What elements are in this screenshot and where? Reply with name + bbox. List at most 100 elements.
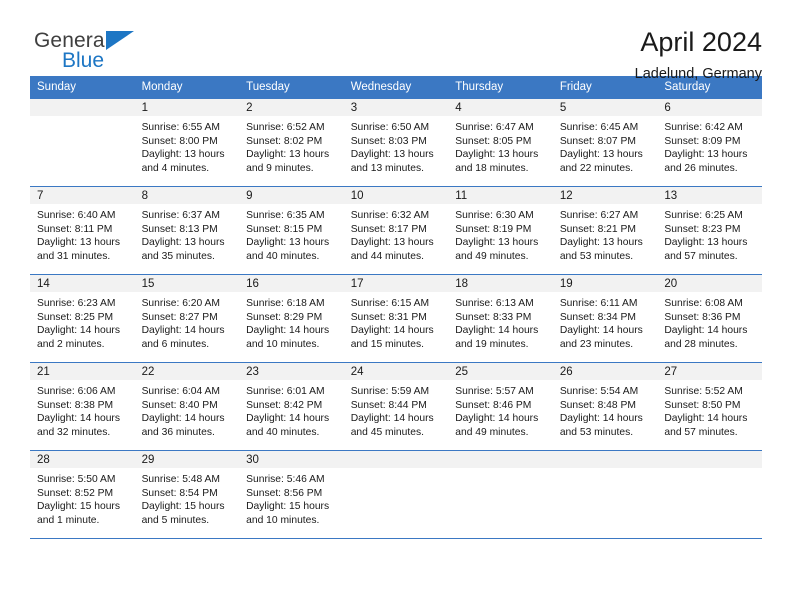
- sunrise-time: Sunrise: 6:52 AM: [246, 122, 325, 133]
- calendar-body: 1 Sunrise: 6:55 AM Sunset: 8:00 PM Daylight…: [30, 98, 762, 539]
- sunset-time: Sunset: 8:52 PM: [37, 487, 114, 499]
- calendar-day-cell[interactable]: 28 Sunrise: 5:50 AM Sunset: 8:52 PM Dayligh…: [30, 450, 135, 539]
- sunrise-time: Sunrise: 6:32 AM: [350, 210, 430, 221]
- daylight-duration-line1: Daylight: 13 hours: [455, 237, 539, 249]
- day-details: Sunrise: 6:01 AM Sunset: 8:42 PM Daylight:…: [239, 380, 344, 439]
- calendar-day-cell[interactable]: 9 Sunrise: 6:35 AM Sunset: 8:15 PM Daylight…: [239, 186, 344, 275]
- calendar-day-cell[interactable]: 24 Sunrise: 5:59 AM Sunset: 8:44 PM Dayligh…: [343, 362, 449, 451]
- daylight-duration-line1: Daylight: 14 hours: [350, 413, 434, 425]
- sunset-time: Sunset: 8:03 PM: [350, 135, 427, 147]
- calendar-day-cell[interactable]: 2 Sunrise: 6:52 AM Sunset: 8:02 PM Daylight…: [239, 98, 344, 187]
- daylight-duration-line1: Daylight: 14 hours: [559, 413, 643, 425]
- daylight-duration-line1: Daylight: 15 hours: [37, 501, 120, 513]
- day-details: Sunrise: 6:40 AM Sunset: 8:11 PM Daylight:…: [30, 204, 135, 263]
- day-number: [30, 99, 135, 116]
- calendar-day-cell[interactable]: 18 Sunrise: 6:13 AM Sunset: 8:33 PM Dayligh…: [448, 274, 553, 363]
- page-title: April 2024: [640, 27, 762, 57]
- daylight-duration-line2: and 49 minutes.: [455, 426, 529, 438]
- calendar-day-cell[interactable]: 17 Sunrise: 6:15 AM Sunset: 8:31 PM Dayligh…: [343, 274, 449, 363]
- calendar-week-row: 14 Sunrise: 6:23 AM Sunset: 8:25 PM Dayligh…: [30, 274, 762, 363]
- calendar-day-cell[interactable]: 26 Sunrise: 5:54 AM Sunset: 8:48 PM Dayligh…: [552, 362, 658, 451]
- day-number: 13: [657, 187, 762, 204]
- day-number: 21: [30, 363, 135, 380]
- day-number: 22: [134, 363, 240, 380]
- day-number: 1: [134, 99, 240, 116]
- day-number: 15: [134, 275, 240, 292]
- sunrise-time: Sunrise: 6:01 AM: [246, 386, 325, 397]
- sunrise-time: Sunrise: 5:59 AM: [350, 386, 430, 397]
- sunrise-time: Sunrise: 6:25 AM: [664, 210, 743, 221]
- daylight-duration-line2: and 45 minutes.: [350, 426, 424, 438]
- daylight-duration-line2: and 35 minutes.: [141, 250, 215, 262]
- calendar-day-cell[interactable]: 23 Sunrise: 6:01 AM Sunset: 8:42 PM Dayligh…: [239, 362, 344, 451]
- calendar-day-cell[interactable]: 30 Sunrise: 5:46 AM Sunset: 8:56 PM Dayligh…: [239, 450, 344, 539]
- calendar-day-cell[interactable]: 13 Sunrise: 6:25 AM Sunset: 8:23 PM Dayligh…: [657, 186, 762, 275]
- day-number: 3: [343, 99, 449, 116]
- weekday-header-tuesday: Tuesday: [239, 76, 344, 99]
- day-number: 27: [657, 363, 762, 380]
- calendar-day-cell-empty: [30, 98, 135, 187]
- logo-text-blue: Blue: [62, 49, 105, 72]
- sunset-time: Sunset: 8:11 PM: [37, 223, 113, 235]
- weekday-header-wednesday: Wednesday: [343, 76, 449, 99]
- day-number: 20: [657, 275, 762, 292]
- calendar-day-cell[interactable]: 21 Sunrise: 6:06 AM Sunset: 8:38 PM Dayligh…: [30, 362, 135, 451]
- calendar-day-cell[interactable]: 27 Sunrise: 5:52 AM Sunset: 8:50 PM Dayligh…: [657, 362, 762, 451]
- calendar-day-cell[interactable]: 5 Sunrise: 6:45 AM Sunset: 8:07 PM Daylight…: [552, 98, 658, 187]
- calendar-day-cell[interactable]: 15 Sunrise: 6:20 AM Sunset: 8:27 PM Dayligh…: [134, 274, 240, 363]
- day-number: 19: [552, 275, 658, 292]
- sunset-time: Sunset: 8:09 PM: [664, 135, 741, 147]
- sunrise-time: Sunrise: 6:06 AM: [37, 386, 116, 397]
- calendar-day-cell[interactable]: 10 Sunrise: 6:32 AM Sunset: 8:17 PM Dayligh…: [343, 186, 449, 275]
- calendar-day-cell[interactable]: 19 Sunrise: 6:11 AM Sunset: 8:34 PM Dayligh…: [552, 274, 658, 363]
- day-details: Sunrise: 6:30 AM Sunset: 8:19 PM Daylight:…: [448, 204, 553, 263]
- daylight-duration-line2: and 53 minutes.: [559, 250, 634, 262]
- calendar-day-cell[interactable]: 1 Sunrise: 6:55 AM Sunset: 8:00 PM Daylight…: [134, 98, 240, 187]
- sunset-time: Sunset: 8:42 PM: [246, 399, 323, 411]
- daylight-duration-line2: and 9 minutes.: [246, 162, 314, 174]
- calendar-day-cell[interactable]: 8 Sunrise: 6:37 AM Sunset: 8:13 PM Daylight…: [134, 186, 240, 275]
- sunrise-time: Sunrise: 6:30 AM: [455, 210, 534, 221]
- sunrise-time: Sunrise: 6:35 AM: [246, 210, 325, 221]
- sunset-time: Sunset: 8:54 PM: [141, 487, 218, 499]
- calendar-week-row: 7 Sunrise: 6:40 AM Sunset: 8:11 PM Daylight…: [30, 186, 762, 275]
- day-number: 30: [239, 451, 344, 468]
- daylight-duration-line2: and 1 minute.: [37, 514, 100, 526]
- daylight-duration-line2: and 13 minutes.: [350, 162, 424, 174]
- general-blue-logo[interactable]: General Blue: [30, 28, 150, 80]
- day-details: Sunrise: 5:57 AM Sunset: 8:46 PM Daylight:…: [448, 380, 553, 439]
- weekday-header-thursday: Thursday: [448, 76, 553, 99]
- day-details: Sunrise: 5:52 AM Sunset: 8:50 PM Daylight:…: [657, 380, 762, 439]
- calendar-day-cell[interactable]: 25 Sunrise: 5:57 AM Sunset: 8:46 PM Dayligh…: [448, 362, 553, 451]
- sunset-time: Sunset: 8:00 PM: [141, 135, 218, 147]
- calendar-day-cell[interactable]: 29 Sunrise: 5:48 AM Sunset: 8:54 PM Dayligh…: [134, 450, 240, 539]
- calendar-day-cell[interactable]: 12 Sunrise: 6:27 AM Sunset: 8:21 PM Dayligh…: [552, 186, 658, 275]
- daylight-duration-line2: and 23 minutes.: [559, 338, 634, 350]
- daylight-duration-line1: Daylight: 13 hours: [246, 149, 330, 161]
- day-details: Sunrise: 6:06 AM Sunset: 8:38 PM Daylight:…: [30, 380, 135, 439]
- day-details: Sunrise: 6:11 AM Sunset: 8:34 PM Daylight:…: [553, 292, 658, 351]
- sunrise-time: Sunrise: 6:23 AM: [37, 298, 116, 309]
- calendar-day-cell[interactable]: 11 Sunrise: 6:30 AM Sunset: 8:19 PM Dayligh…: [448, 186, 553, 275]
- calendar-day-cell[interactable]: 20 Sunrise: 6:08 AM Sunset: 8:36 PM Dayligh…: [657, 274, 762, 363]
- day-number: 25: [448, 363, 553, 380]
- daylight-duration-line1: Daylight: 15 hours: [141, 501, 225, 513]
- calendar-day-cell[interactable]: 16 Sunrise: 6:18 AM Sunset: 8:29 PM Dayligh…: [239, 274, 344, 363]
- daylight-duration-line2: and 6 minutes.: [141, 338, 210, 350]
- calendar-day-cell[interactable]: 6 Sunrise: 6:42 AM Sunset: 8:09 PM Daylight…: [657, 98, 762, 187]
- calendar-day-cell[interactable]: 3 Sunrise: 6:50 AM Sunset: 8:03 PM Daylight…: [343, 98, 449, 187]
- daylight-duration-line1: Daylight: 13 hours: [455, 149, 539, 161]
- calendar-day-cell[interactable]: 14 Sunrise: 6:23 AM Sunset: 8:25 PM Dayligh…: [30, 274, 135, 363]
- day-number: 17: [343, 275, 449, 292]
- daylight-duration-line1: Daylight: 14 hours: [246, 325, 330, 337]
- sunset-time: Sunset: 8:34 PM: [559, 311, 636, 323]
- calendar-day-cell[interactable]: 4 Sunrise: 6:47 AM Sunset: 8:05 PM Daylight…: [448, 98, 553, 187]
- daylight-duration-line1: Daylight: 13 hours: [350, 237, 434, 249]
- sunrise-time: Sunrise: 5:46 AM: [246, 474, 325, 485]
- calendar-day-cell[interactable]: 22 Sunrise: 6:04 AM Sunset: 8:40 PM Dayligh…: [134, 362, 240, 451]
- daylight-duration-line1: Daylight: 14 hours: [455, 413, 539, 425]
- calendar-day-cell[interactable]: 7 Sunrise: 6:40 AM Sunset: 8:11 PM Daylight…: [30, 186, 135, 275]
- day-details: Sunrise: 6:27 AM Sunset: 8:21 PM Daylight:…: [553, 204, 658, 263]
- day-details: Sunrise: 6:13 AM Sunset: 8:33 PM Daylight:…: [448, 292, 553, 351]
- daylight-duration-line2: and 10 minutes.: [246, 514, 320, 526]
